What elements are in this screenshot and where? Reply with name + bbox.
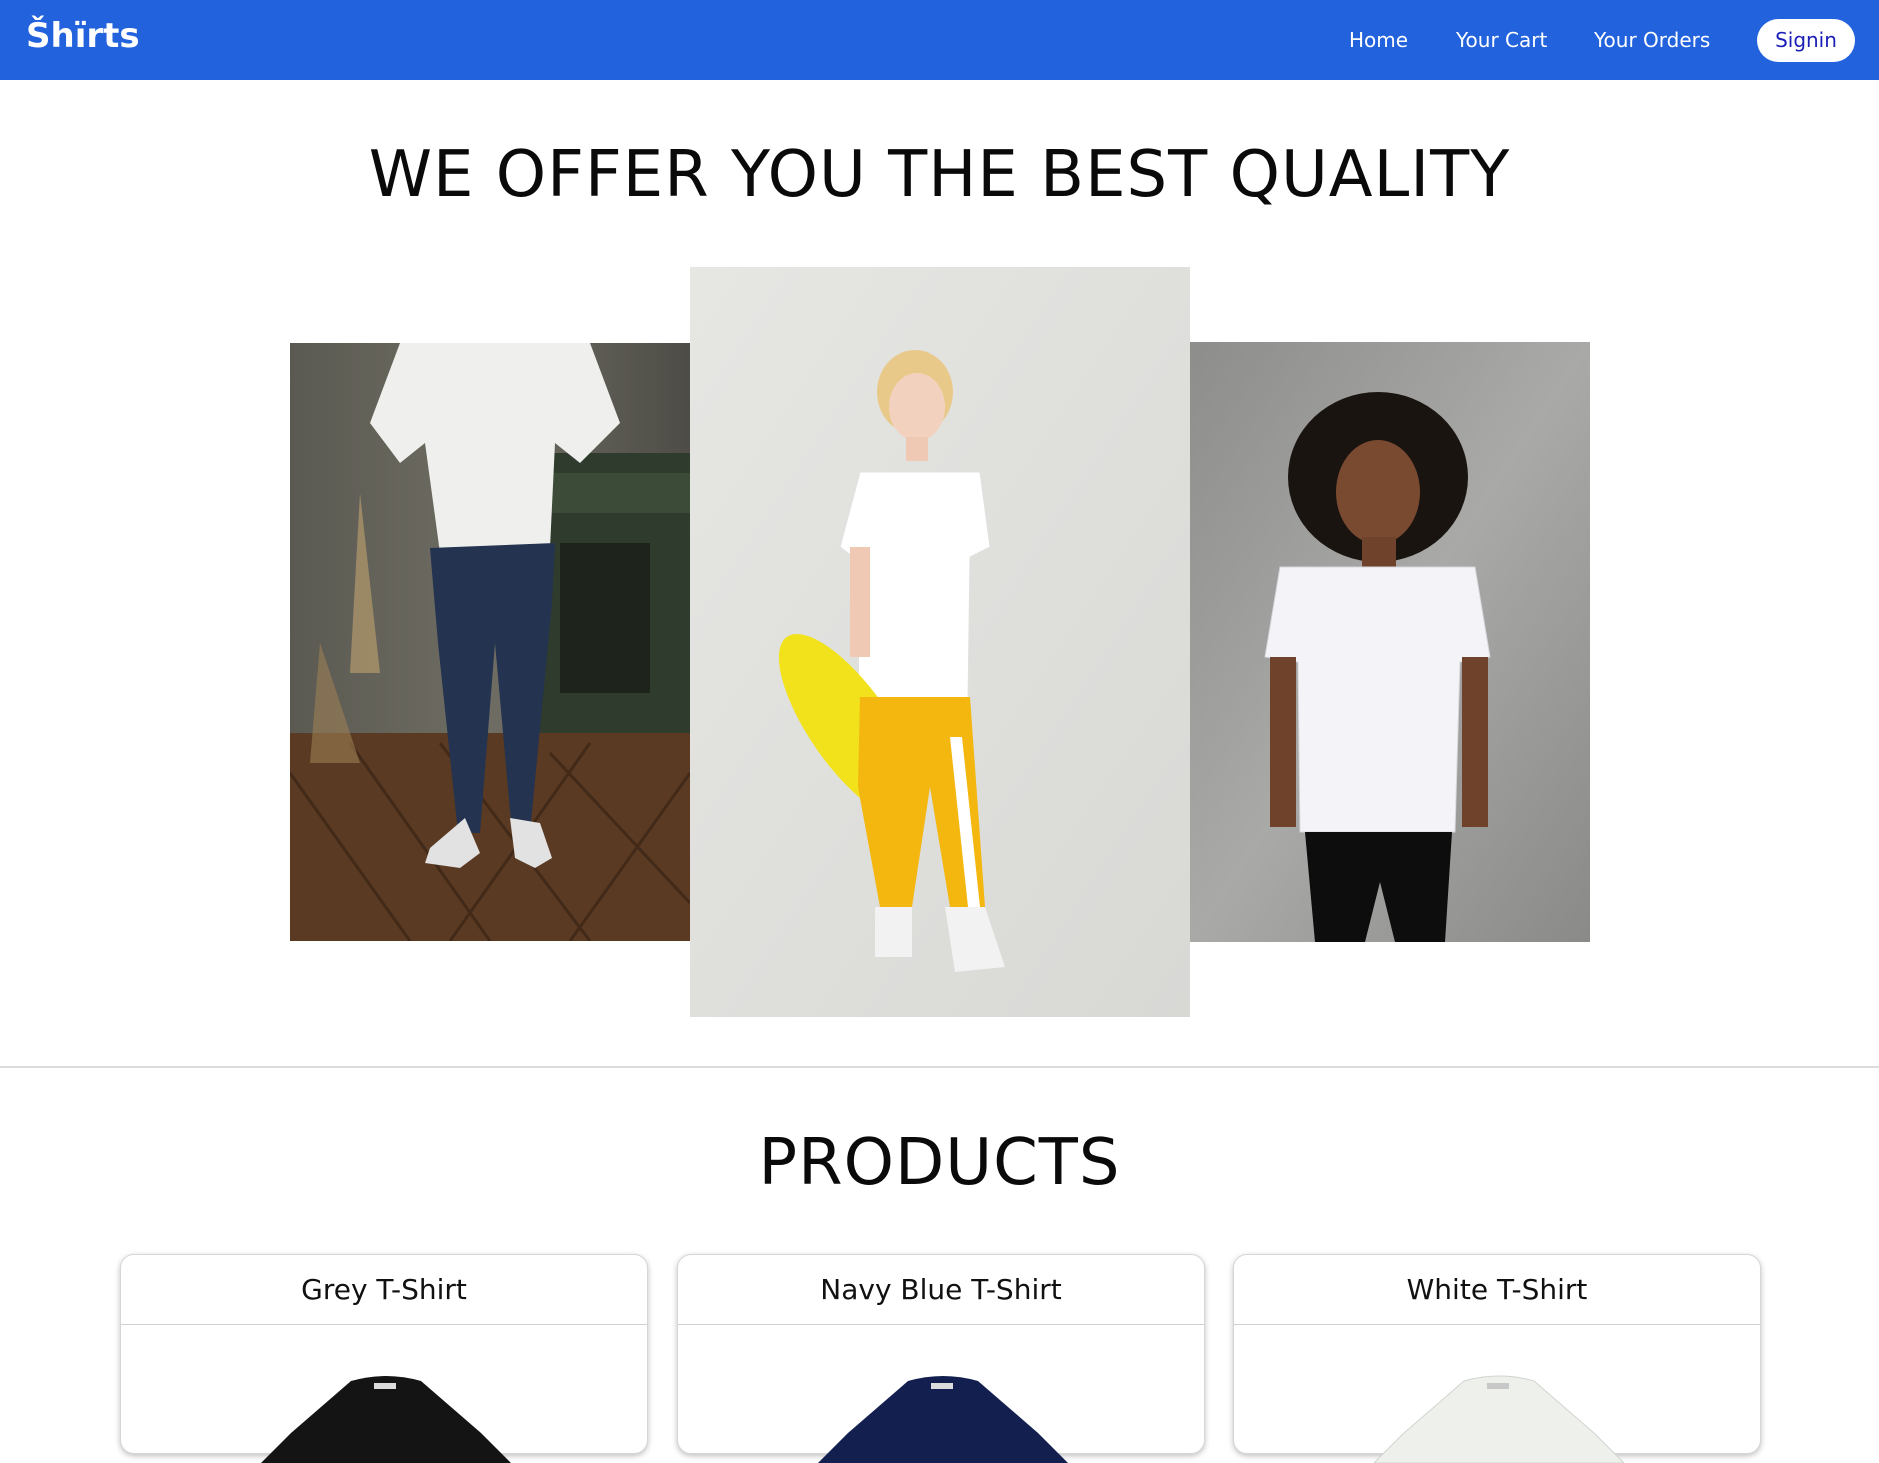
tshirt-image	[1374, 1375, 1624, 1463]
nav-home-link[interactable]: Home	[1349, 28, 1408, 52]
card-divider	[121, 1324, 647, 1325]
tshirt-image	[818, 1376, 1068, 1463]
tshirt-image	[261, 1376, 511, 1463]
product-card-white[interactable]: White T-Shirt	[1233, 1254, 1761, 1463]
product-card-grey[interactable]: Grey T-Shirt	[120, 1254, 648, 1463]
section-divider	[0, 1066, 1879, 1068]
hero-photo-right	[1190, 342, 1590, 942]
brand-logo[interactable]: Šhïrts	[26, 16, 140, 56]
nav-cart-link[interactable]: Your Cart	[1456, 28, 1547, 52]
product-card-navy[interactable]: Navy Blue T-Shirt	[677, 1254, 1205, 1463]
product-name[interactable]: White T-Shirt	[1234, 1273, 1760, 1306]
products-title: PRODUCTS	[758, 1126, 1121, 1200]
top-navbar: Šhïrts Home Your Cart Your Orders Signin	[0, 0, 1879, 80]
product-name[interactable]: Navy Blue T-Shirt	[678, 1273, 1204, 1306]
nav-orders-link[interactable]: Your Orders	[1594, 28, 1710, 52]
signin-button[interactable]: Signin	[1757, 19, 1855, 62]
hero-photo-center	[690, 267, 1190, 1017]
hero-photo-left	[290, 343, 690, 941]
card-divider	[678, 1324, 1204, 1325]
card-divider	[1234, 1324, 1760, 1325]
product-name[interactable]: Grey T-Shirt	[121, 1273, 647, 1306]
hero-title: WE OFFER YOU THE BEST QUALITY	[368, 138, 1511, 212]
